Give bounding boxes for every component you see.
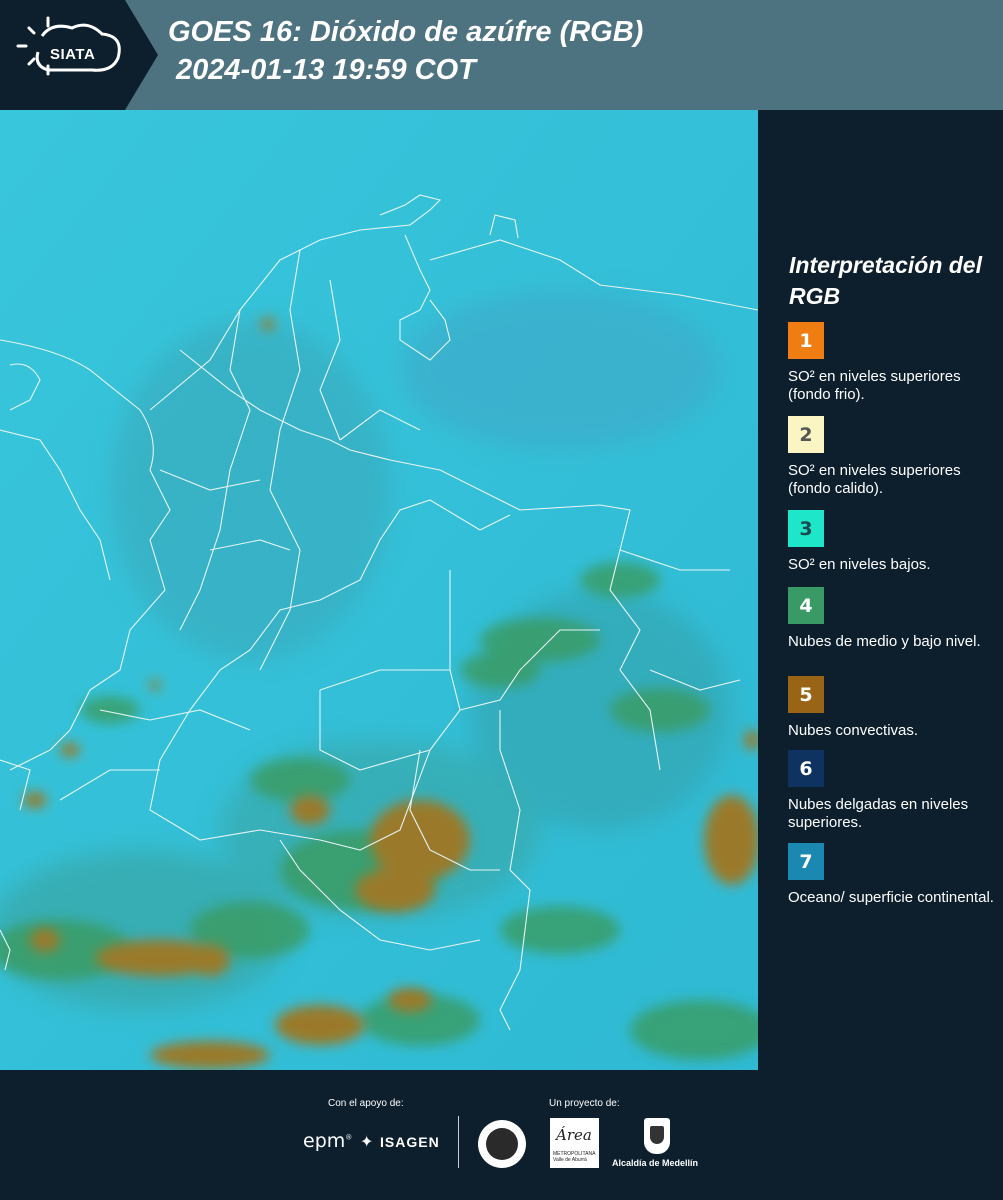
legend-item: 6 Nubes delgadas en niveles superiores. bbox=[788, 750, 998, 832]
satellite-map bbox=[0, 110, 758, 1070]
legend-description: SO² en niveles superiores (fondo frio). bbox=[788, 368, 961, 403]
legend-panel: Interpretación del RGB 1 SO² en niveles … bbox=[760, 110, 1003, 1070]
legend-item: 7 Oceano/ superficie continental. bbox=[788, 843, 998, 907]
isagen-logo: ISAGEN bbox=[380, 1134, 440, 1150]
legend-title: Interpretación del RGB bbox=[789, 252, 982, 309]
logo-text: SIATA bbox=[50, 46, 96, 63]
legend-swatch: 1 bbox=[788, 322, 824, 359]
legend-swatch: 2 bbox=[788, 416, 824, 453]
legend-item: 5 Nubes convectivas. bbox=[788, 676, 998, 740]
page-title: GOES 16: Dióxido de azúfre (RGB) bbox=[168, 16, 644, 48]
header-bar: SIATA GOES 16: Dióxido de azúfre (RGB) 2… bbox=[0, 0, 1003, 110]
legend-description: Nubes convectivas. bbox=[788, 722, 919, 739]
legend-description: Nubes delgadas en niveles superiores. bbox=[788, 796, 969, 831]
project-label: Un proyecto de: bbox=[549, 1098, 620, 1109]
medellin-seal-icon bbox=[478, 1120, 526, 1168]
alcaldia-logo-text: Alcaldía de Medellín bbox=[612, 1158, 699, 1168]
area-logo-subtext: METROPOLITANA Valle de Aburrá bbox=[553, 1151, 596, 1163]
page-timestamp: 2024-01-13 19:59 COT bbox=[176, 54, 476, 86]
epm-logo: epm® bbox=[303, 1130, 353, 1152]
area-logo-script: Área bbox=[556, 1126, 592, 1144]
alcaldia-shield-icon bbox=[644, 1118, 670, 1154]
legend-item: 2 SO² en niveles superiores (fondo calid… bbox=[788, 416, 998, 498]
support-label: Con el apoyo de: bbox=[328, 1098, 404, 1109]
legend-item: 1 SO² en niveles superiores (fondo frio)… bbox=[788, 322, 998, 404]
legend-description: SO² en niveles bajos. bbox=[788, 556, 931, 573]
legend-description: Oceano/ superficie continental. bbox=[788, 889, 994, 906]
area-metropolitana-logo: Área METROPOLITANA Valle de Aburrá bbox=[550, 1118, 599, 1168]
footer: Con el apoyo de: Un proyecto de: epm® ✦ … bbox=[0, 1070, 1003, 1200]
legend-swatch: 6 bbox=[788, 750, 824, 787]
legend-item: 4 Nubes de medio y bajo nivel. bbox=[788, 587, 998, 651]
legend-item: 3 SO² en niveles bajos. bbox=[788, 510, 998, 574]
legend-swatch: 4 bbox=[788, 587, 824, 624]
legend-description: Nubes de medio y bajo nivel. bbox=[788, 633, 981, 650]
legend-description: SO² en niveles superiores (fondo calido)… bbox=[788, 462, 961, 497]
footer-divider bbox=[458, 1116, 459, 1168]
legend-swatch: 5 bbox=[788, 676, 824, 713]
siata-logo: SIATA bbox=[0, 0, 160, 110]
legend-swatch: 3 bbox=[788, 510, 824, 547]
legend-swatch: 7 bbox=[788, 843, 824, 880]
epm-text: epm bbox=[303, 1130, 346, 1152]
isagen-icon: ✦ bbox=[360, 1134, 374, 1151]
